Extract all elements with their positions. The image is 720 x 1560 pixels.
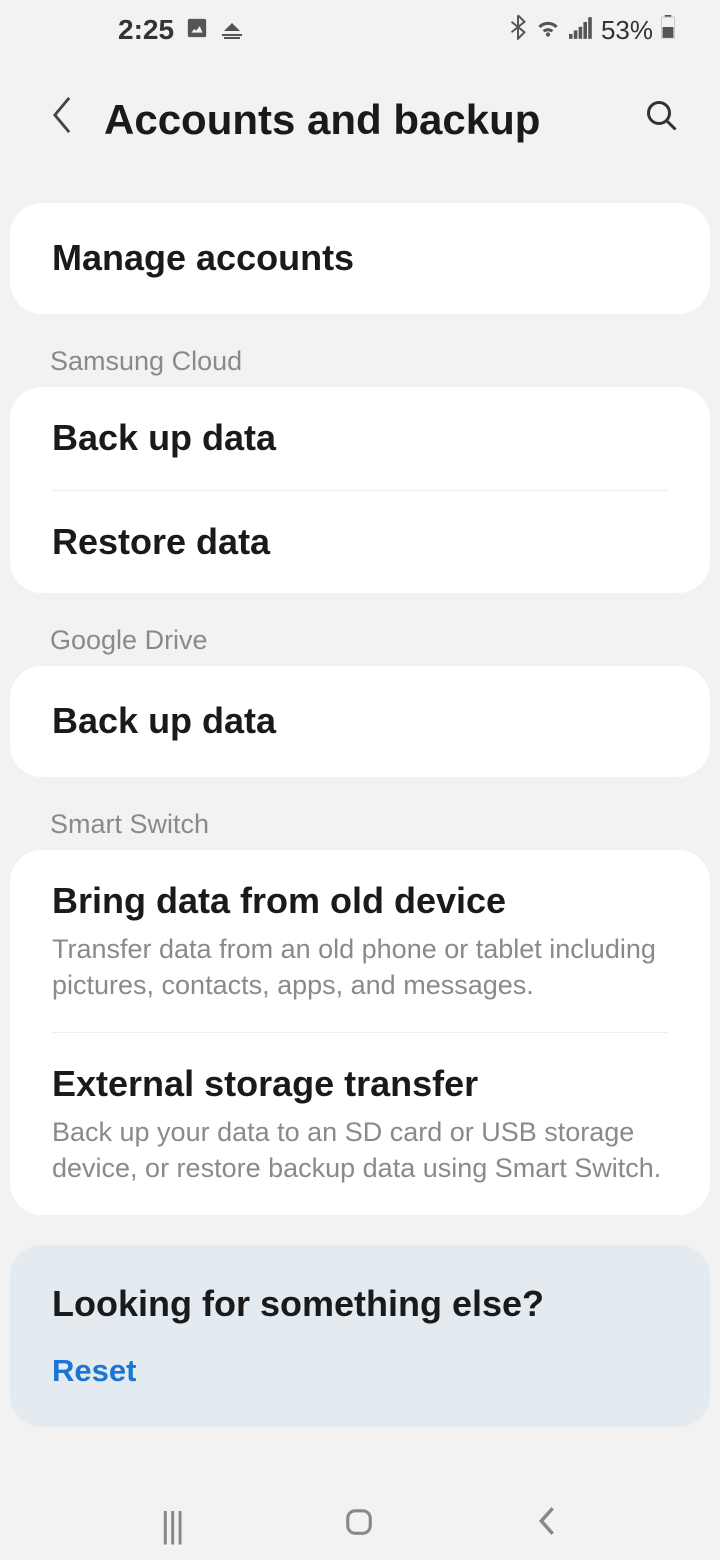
section-header-google-drive: Google Drive <box>0 593 720 666</box>
bring-data-subtitle: Transfer data from an old phone or table… <box>52 931 668 1004</box>
external-storage-subtitle: Back up your data to an SD card or USB s… <box>52 1114 668 1187</box>
page-title: Accounts and backup <box>104 96 614 144</box>
status-bar: 2:25 53% <box>0 0 720 60</box>
samsung-cloud-restore-label: Restore data <box>52 519 668 566</box>
search-icon[interactable] <box>644 98 680 143</box>
external-storage-title: External storage transfer <box>52 1061 668 1108</box>
nav-recents-icon[interactable]: ||| <box>161 1504 183 1546</box>
status-time: 2:25 <box>118 14 174 46</box>
smart-switch-card: Bring data from old device Transfer data… <box>10 850 710 1214</box>
nav-home-icon[interactable] <box>344 1504 374 1546</box>
bluetooth-icon <box>509 14 527 47</box>
manage-accounts-label: Manage accounts <box>52 235 668 282</box>
status-right: 53% <box>509 14 675 47</box>
nav-back-icon[interactable] <box>535 1504 559 1547</box>
navigation-bar: ||| <box>0 1490 720 1560</box>
weather-icon <box>220 14 244 46</box>
section-header-samsung-cloud: Samsung Cloud <box>0 314 720 387</box>
samsung-cloud-backup-label: Back up data <box>52 415 668 462</box>
battery-percentage: 53% <box>601 15 653 46</box>
samsung-cloud-card: Back up data Restore data <box>10 387 710 594</box>
looking-title: Looking for something else? <box>52 1283 668 1325</box>
manage-accounts-item[interactable]: Manage accounts <box>10 203 710 314</box>
samsung-cloud-backup-item[interactable]: Back up data <box>10 387 710 490</box>
external-storage-item[interactable]: External storage transfer Back up your d… <box>10 1033 710 1215</box>
google-drive-backup-label: Back up data <box>52 698 668 745</box>
wifi-icon <box>535 15 561 46</box>
page-header: Accounts and backup <box>0 60 720 185</box>
section-header-smart-switch: Smart Switch <box>0 777 720 850</box>
looking-for-card: Looking for something else? Reset <box>10 1245 710 1427</box>
back-icon[interactable] <box>50 95 74 145</box>
bring-data-title: Bring data from old device <box>52 878 668 925</box>
image-icon <box>186 14 208 46</box>
status-left: 2:25 <box>118 14 244 46</box>
google-drive-backup-item[interactable]: Back up data <box>10 666 710 777</box>
bring-data-item[interactable]: Bring data from old device Transfer data… <box>10 850 710 1032</box>
reset-link[interactable]: Reset <box>52 1353 668 1389</box>
signal-icon <box>569 15 593 46</box>
samsung-cloud-restore-item[interactable]: Restore data <box>10 491 710 594</box>
battery-icon <box>661 15 675 46</box>
